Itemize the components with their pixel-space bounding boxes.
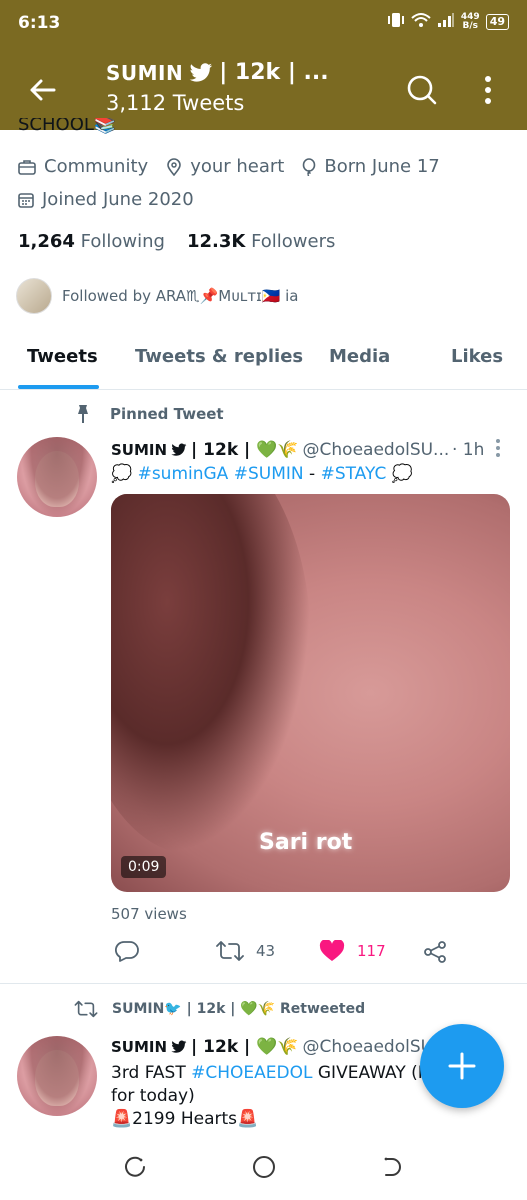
share-icon	[424, 941, 446, 963]
bird-icon	[189, 62, 213, 82]
followed-by-row[interactable]: Followed by ARA♏📌Mᴜʟᴛɪ🇵🇭 ia	[16, 278, 298, 314]
tweet-divider	[0, 983, 527, 984]
retweet-icon	[216, 941, 244, 961]
bird-icon	[171, 1040, 187, 1053]
system-nav-bar	[0, 1134, 527, 1200]
more-vertical-icon	[496, 439, 500, 457]
tweet-header: SUMIN | 12k | 💚🌾 @ChoeaedolSU...	[111, 440, 449, 460]
follower-avatar	[16, 278, 52, 314]
battery-indicator: 49	[485, 14, 509, 30]
search-button[interactable]	[400, 68, 444, 112]
status-time: 6:13	[18, 13, 61, 33]
tweet-author-avatar[interactable]	[17, 437, 97, 517]
tab-tweets-replies[interactable]: Tweets & replies	[135, 346, 303, 367]
profile-joined: Joined June 2020	[18, 189, 194, 210]
followed-by-text: Followed by ARA♏📌Mᴜʟᴛɪ🇵🇭 ia	[62, 287, 299, 305]
retweeted-by-text[interactable]: SUMIN🐦 | 12k | 💚🌾 Retweeted	[112, 1001, 365, 1017]
tab-likes[interactable]: Likes	[451, 346, 503, 367]
back-nav-button[interactable]	[377, 1152, 407, 1182]
like-button[interactable]: 117	[319, 940, 386, 962]
profile-category: Community	[18, 156, 148, 177]
reply-button[interactable]	[115, 940, 139, 962]
back-button[interactable]	[22, 70, 62, 110]
more-options-button[interactable]	[470, 68, 506, 112]
tweet-header: SUMIN | 12k | 💚🌾 @ChoeaedolSU...	[111, 1037, 449, 1057]
recent-apps-button[interactable]	[120, 1152, 150, 1182]
profile-bio: SCHOOL📚	[18, 118, 117, 135]
calendar-icon	[18, 192, 34, 208]
heart-icon	[319, 940, 345, 961]
retweet-icon	[74, 1000, 98, 1018]
follow-counts: 1,264 Following 12.3K Followers	[18, 231, 335, 252]
status-icons: 449 B/s 49	[387, 12, 509, 32]
more-vertical-icon	[485, 76, 491, 104]
tweet-count: 3,112 Tweets	[106, 91, 245, 115]
retweet-count: 43	[256, 942, 276, 960]
reply-icon	[115, 941, 139, 962]
search-icon	[407, 75, 437, 105]
back-nav-icon	[384, 1157, 401, 1176]
followers-link[interactable]: 12.3K Followers	[187, 231, 335, 252]
compose-tweet-button[interactable]	[420, 1024, 504, 1108]
tweet-views: 507 views	[111, 905, 187, 923]
video-caption: Sari rot	[259, 830, 353, 855]
recent-apps-icon	[125, 1156, 145, 1177]
status-bar: 6:13 449 B/s 49	[0, 0, 527, 48]
home-button[interactable]	[249, 1152, 279, 1182]
vibrate-icon	[387, 12, 405, 32]
video-duration: 0:09	[121, 856, 167, 878]
tweet-text: 💭 #suminGA #SUMIN - #STAYC 💭	[111, 464, 413, 484]
tweet-author-avatar[interactable]	[17, 1036, 97, 1116]
tab-media[interactable]: Media	[329, 346, 390, 367]
profile-joined-row: Joined June 2020	[18, 189, 194, 210]
tweet-author-suffix: | 12k | 💚🌾	[191, 440, 299, 460]
hashtag-link[interactable]: #CHOEAEDOL	[191, 1063, 312, 1083]
header-title-rest: | 12k | ...	[219, 60, 329, 85]
share-button[interactable]	[423, 940, 447, 964]
home-circle-icon	[253, 1156, 275, 1178]
hashtag-link[interactable]: #suminGA	[138, 464, 229, 484]
profile-location: your heart	[166, 156, 284, 177]
tweet-more-button[interactable]	[488, 436, 508, 460]
pinned-label-row: Pinned Tweet	[74, 404, 224, 424]
tweet-time: · 1h	[452, 440, 485, 460]
following-link[interactable]: 1,264 Following	[18, 231, 165, 252]
balloon-icon	[303, 157, 316, 176]
net-speed: 449 B/s	[460, 12, 480, 31]
profile-tabs: Tweets Tweets & replies Media Likes	[0, 332, 527, 390]
tab-tweets[interactable]: Tweets	[27, 346, 98, 367]
retweet-button[interactable]: 43	[216, 940, 275, 962]
tweet-author-name[interactable]: SUMIN	[111, 1038, 167, 1056]
hashtag-link[interactable]: #STAYC	[321, 464, 387, 484]
wifi-icon	[411, 12, 431, 32]
profile-meta-row: Community your heart Born June 17	[18, 156, 440, 177]
profile-birthday: Born June 17	[302, 156, 440, 177]
tweet-actions: 43 117	[111, 938, 511, 970]
pin-icon	[78, 405, 88, 423]
back-arrow-icon	[30, 79, 56, 101]
retweeted-by-row: SUMIN🐦 | 12k | 💚🌾 Retweeted	[74, 1000, 365, 1018]
briefcase-icon	[18, 159, 36, 175]
signal-icon	[437, 12, 455, 32]
hashtag-link[interactable]: #SUMIN	[234, 464, 304, 484]
like-count: 117	[357, 942, 386, 960]
header-name: SUMIN	[106, 60, 184, 85]
tweet-author-suffix: | 12k | 💚🌾	[191, 1037, 299, 1057]
tweet-author-name[interactable]: SUMIN	[111, 441, 167, 459]
tweet-author-handle[interactable]: @ChoeaedolSU...	[303, 440, 450, 460]
location-pin-icon	[167, 157, 181, 176]
compose-plus-icon	[448, 1052, 476, 1080]
tweet-video[interactable]: Sari rot 0:09	[111, 494, 510, 892]
bird-icon	[171, 443, 187, 456]
active-tab-indicator	[18, 385, 99, 389]
tweet-text: 3rd FAST #CHOEAEDOL GIVEAWAY (I for toda…	[111, 1063, 423, 1129]
header-title: SUMIN | 12k | ... 3,112 Tweets	[106, 60, 396, 115]
